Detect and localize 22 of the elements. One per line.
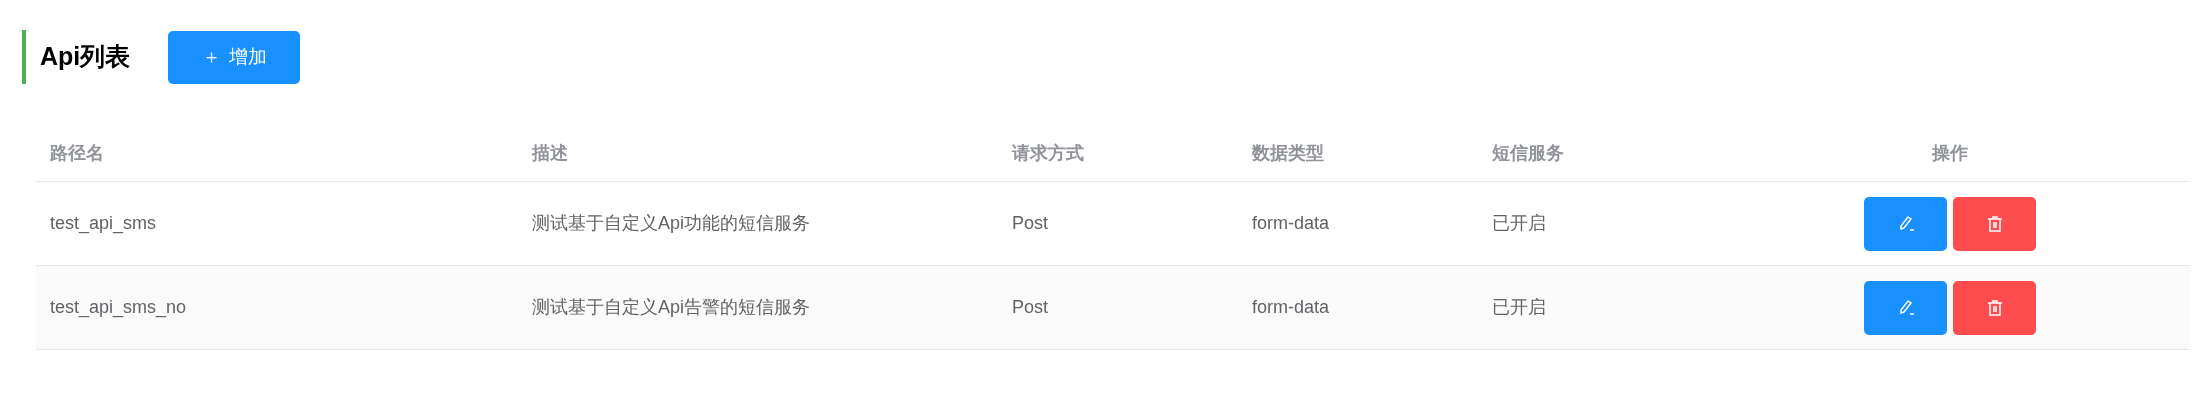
column-header: 描述 <box>532 142 568 163</box>
add-button[interactable]: ＋ 增加 <box>168 30 301 84</box>
page-title: Api列表 <box>40 41 131 73</box>
table-cell: Post <box>1012 297 1049 317</box>
table-cell: test_api_sms <box>50 213 157 233</box>
table-cell: 已开启 <box>1492 297 1546 317</box>
column-header: 数据类型 <box>1252 142 1324 163</box>
edit-button[interactable] <box>1864 280 1947 335</box>
table-cell: 已开启 <box>1492 213 1546 233</box>
table-cell: form-data <box>1252 213 1330 233</box>
column-header: 路径名 <box>50 142 104 163</box>
column-header: 请求方式 <box>1012 142 1084 163</box>
delete-button[interactable] <box>1953 196 2036 251</box>
table-cell: 测试基于自定义Api告警的短信服务 <box>532 297 810 317</box>
table-cell: 测试基于自定义Api功能的短信服务 <box>532 213 810 233</box>
table-cell: form-data <box>1252 297 1330 317</box>
edit-button[interactable] <box>1864 196 1947 251</box>
table-cell: Post <box>1012 213 1049 233</box>
delete-button[interactable] <box>1953 280 2036 335</box>
column-header: 操作 <box>1932 142 1968 163</box>
table-cell: test_api_sms_no <box>50 297 187 317</box>
column-header: 短信服务 <box>1492 142 1564 163</box>
